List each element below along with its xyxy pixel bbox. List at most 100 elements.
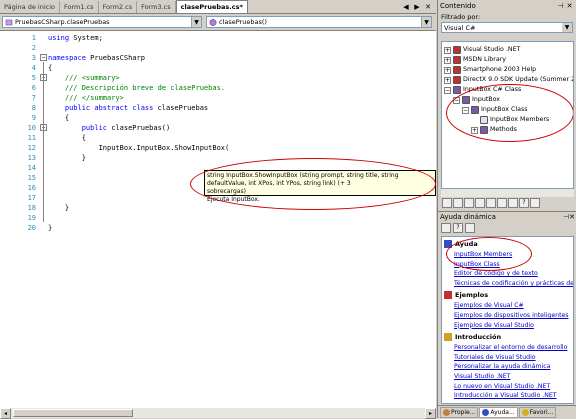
toolbox-icon[interactable] [486, 198, 496, 208]
close-icon[interactable]: ✕ [565, 2, 574, 10]
filter-dropdown[interactable]: Visual C# ▼ [441, 22, 573, 33]
scroll-right-button[interactable]: ▸ [425, 408, 436, 419]
index-icon[interactable] [497, 198, 507, 208]
code-line[interactable]: 19 [0, 213, 436, 223]
tab-form1[interactable]: Form1.cs [60, 1, 99, 13]
identifier-token: System; [69, 34, 103, 42]
tree-node[interactable]: + MSDN Library [444, 55, 506, 65]
tab-propiedades[interactable]: Propie... [440, 407, 479, 418]
help-link[interactable]: Ejemplos de dispositivos inteligentes [454, 311, 569, 320]
code-line[interactable]: 3− namespace PruebasCSharp [0, 53, 436, 63]
search-icon[interactable] [530, 198, 540, 208]
help-link[interactable]: Editor de código y de texto [454, 269, 538, 278]
help-link[interactable]: InputBox Class [454, 260, 500, 269]
tree-horizontal-scrollbar[interactable] [441, 189, 574, 197]
expand-icon[interactable]: + [444, 46, 451, 54]
help-link[interactable]: Técnicas de codificación y prácticas de [454, 279, 573, 288]
keyword-token: public abstract class [48, 104, 154, 112]
class-view-icon[interactable] [453, 198, 463, 208]
tab-ayuda[interactable]: Ayuda... [479, 407, 518, 418]
code-line[interactable]: 11 { [0, 133, 436, 143]
tree-node[interactable]: − InputBox Class [462, 105, 528, 115]
help-link[interactable]: Ejemplos de Visual C# [454, 301, 524, 310]
code-line[interactable]: 2 [0, 43, 436, 53]
tab-form2[interactable]: Form2.cs [99, 1, 138, 13]
method-icon [209, 18, 217, 26]
expand-icon[interactable]: + [444, 66, 451, 74]
member-selector-dropdown[interactable]: clasePruebas() ▼ [206, 16, 432, 28]
help-link[interactable]: Ejemplos de Visual Studio [454, 321, 534, 330]
scroll-thumb[interactable] [13, 409, 133, 417]
code-line[interactable]: 7 /// </summary> [0, 93, 436, 103]
help-link[interactable]: Visual Studio .NET [454, 372, 510, 381]
help-link[interactable]: Personalizar la ayuda dinámica [454, 362, 550, 371]
code-line[interactable]: 20} [0, 223, 436, 233]
collapse-icon[interactable]: − [462, 106, 469, 114]
pin-icon[interactable]: ⊣ [556, 2, 565, 10]
code-text: { [48, 113, 69, 123]
help-link[interactable]: Tutoriales de Visual Studio [454, 353, 536, 362]
tab-form3[interactable]: Form3.cs [137, 1, 176, 13]
expand-icon[interactable]: + [444, 76, 451, 84]
collapse-icon[interactable]: − [444, 86, 451, 94]
code-line[interactable]: 12 InputBox.InputBox.ShowInputBox( [0, 143, 436, 153]
scroll-left-icon[interactable]: ◀ [402, 3, 410, 11]
tree-node[interactable]: − InputBox C# Class [444, 85, 521, 95]
resource-view-icon[interactable] [464, 198, 474, 208]
code-text-area[interactable]: 1 using System; 2 3− namespace PruebasCSharp… [0, 30, 436, 407]
code-line[interactable]: 8 public abstract class clasePruebas [0, 103, 436, 113]
help-link[interactable]: Lo nuevo en Visual Studio .NET [454, 382, 550, 391]
collapse-icon[interactable]: − [40, 54, 47, 61]
line-number: 16 [27, 184, 36, 192]
help-section-header: Introducción [444, 332, 501, 342]
tree-node[interactable]: + Visual Studio .NET [444, 45, 520, 55]
scroll-track[interactable] [11, 408, 425, 418]
code-line[interactable]: 5− /// <summary> [0, 73, 436, 83]
type-selector-dropdown[interactable]: PruebasCSharp.clasePruebas ▼ [2, 16, 202, 28]
tree-node[interactable]: − InputBox [453, 95, 500, 105]
contents-book-icon[interactable] [441, 223, 451, 233]
code-line[interactable]: 1 using System; [0, 33, 436, 43]
tab-clasepruebas[interactable]: clasePruebas.cs* [175, 0, 248, 13]
code-line[interactable]: 4{ [0, 63, 436, 73]
collapse-icon[interactable]: − [453, 96, 460, 104]
tab-pagina-inicio[interactable]: Página de inicio [0, 1, 60, 13]
tree-node[interactable]: InputBox Members [471, 115, 549, 125]
code-text: namespace PruebasCSharp [48, 53, 145, 63]
scroll-right-icon[interactable]: ▶ [413, 3, 421, 11]
code-line[interactable]: 9 { [0, 113, 436, 123]
code-line[interactable]: 10− public clasePruebas() [0, 123, 436, 133]
server-explorer-icon[interactable] [475, 198, 485, 208]
code-text: } [48, 153, 86, 163]
help-link[interactable]: Personalizar el entorno de desarrollo [454, 343, 567, 352]
scroll-left-button[interactable]: ◂ [0, 408, 11, 419]
tab-favoritos[interactable]: Favori... [518, 407, 557, 418]
code-line[interactable]: 13 } [0, 153, 436, 163]
horizontal-scrollbar[interactable]: ◂ ▸ [0, 407, 436, 419]
comment-token: /// <summary> [48, 74, 120, 82]
tree-node[interactable]: + Methods [471, 125, 517, 135]
close-icon[interactable]: ✕ [569, 213, 575, 221]
help-link[interactable]: InputBox Members [454, 250, 512, 259]
contents-icon[interactable] [508, 198, 518, 208]
search-icon[interactable] [465, 223, 475, 233]
fold-guide-line [43, 132, 44, 152]
help-link[interactable]: Introducción a Visual Studio .NET [454, 391, 557, 400]
help-icon[interactable]: ? [519, 198, 529, 208]
keyword-token: public [48, 124, 108, 132]
tab-label: Ayuda... [490, 409, 515, 416]
tree-node[interactable]: + DirectX 9.0 SDK Update (Summer 2003 [444, 75, 573, 85]
expand-icon[interactable]: + [471, 126, 478, 134]
code-line[interactable]: 6 /// Descripción breve de clasePruebas. [0, 83, 436, 93]
code-line[interactable]: 18 } [0, 203, 436, 213]
help-icon[interactable]: ? [453, 223, 463, 233]
code-text: InputBox.InputBox.ShowInputBox( [48, 143, 230, 153]
tree-node[interactable]: + Smartphone 2003 Help [444, 65, 536, 75]
help-section-header: Ayuda [444, 239, 478, 249]
contents-tree[interactable]: + Visual Studio .NET + MSDN Library + Smartph… [441, 41, 574, 189]
close-icon[interactable]: ✕ [424, 3, 432, 11]
expand-icon[interactable]: + [444, 56, 451, 64]
identifier-token: InputBox.InputBox.ShowInputBox( [48, 144, 230, 152]
solution-explorer-icon[interactable] [442, 198, 452, 208]
class-icon [5, 19, 13, 26]
